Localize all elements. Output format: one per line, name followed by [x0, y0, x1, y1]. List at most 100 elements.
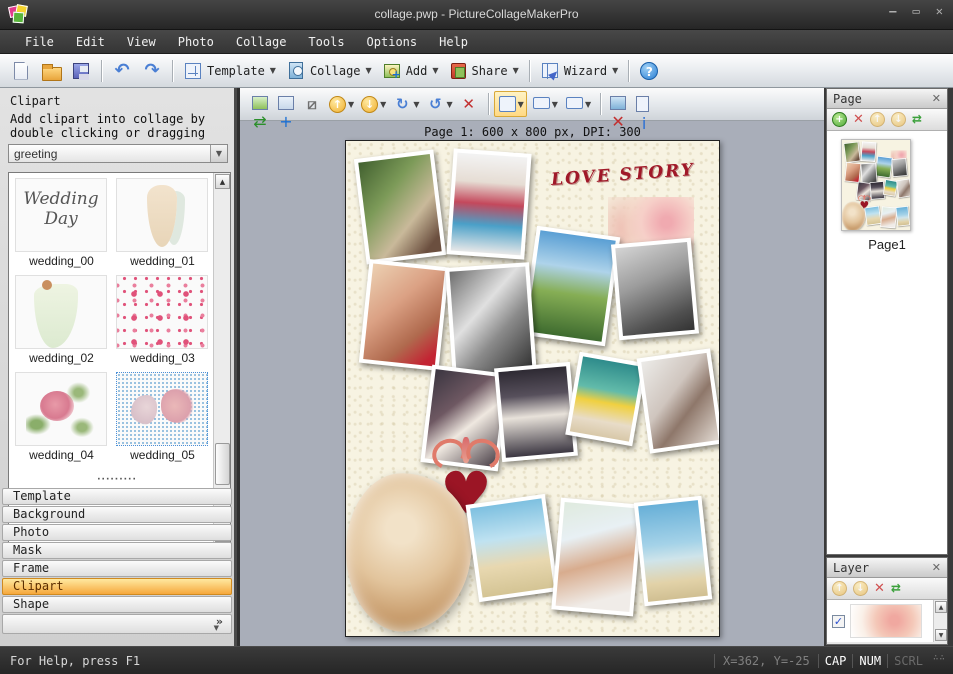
- add-button[interactable]: Add ▼: [377, 59, 444, 83]
- send-backward-button[interactable]: ↓▼: [358, 93, 388, 116]
- menu-help[interactable]: Help: [428, 32, 479, 52]
- properties-button[interactable]: i: [632, 92, 656, 116]
- photo-kissing-couple[interactable]: [843, 142, 860, 163]
- photo-beach-man-yellow[interactable]: [565, 352, 647, 447]
- delete-page-button[interactable]: ✕: [853, 112, 864, 127]
- photo-white-bride[interactable]: [637, 348, 720, 453]
- panel-splitter[interactable]: ·········: [0, 476, 234, 486]
- chevron-down-icon: ▼: [347, 100, 354, 109]
- rotate-ccw-button[interactable]: ↺▼: [423, 92, 454, 116]
- scroll-up-icon[interactable]: ▲: [215, 174, 230, 189]
- photo-kissing-couple[interactable]: [354, 150, 446, 265]
- menu-edit[interactable]: Edit: [65, 32, 116, 52]
- fit-photo-button[interactable]: ▼: [529, 92, 560, 116]
- chevron-down-icon: ▼: [512, 66, 519, 75]
- bring-forward-button[interactable]: ↑▼: [326, 93, 356, 116]
- clipart-thumb-wedding-05-selected[interactable]: [116, 372, 208, 446]
- scroll-up-icon[interactable]: ▲: [935, 601, 947, 613]
- scroll-down-icon[interactable]: ▼: [935, 629, 947, 641]
- photo-smiling-bride[interactable]: [551, 498, 642, 617]
- redo-button[interactable]: ↷: [137, 58, 167, 84]
- photo-closeup-couple[interactable]: [359, 259, 449, 371]
- remove-photo-button[interactable]: ✕: [606, 92, 630, 116]
- menu-photo[interactable]: Photo: [167, 32, 225, 52]
- resize-grip[interactable]: ∴∴: [933, 656, 949, 672]
- category-mask[interactable]: Mask: [2, 542, 232, 559]
- minimize-button[interactable]: –: [889, 4, 896, 18]
- category-frame[interactable]: Frame: [2, 560, 232, 577]
- photo-bw-laughing-bride[interactable]: [445, 262, 537, 380]
- maximize-button[interactable]: ▭: [913, 4, 920, 18]
- close-icon[interactable]: ✕: [932, 92, 941, 105]
- category-photo[interactable]: Photo: [2, 524, 232, 541]
- category-template[interactable]: Template: [2, 488, 232, 505]
- photo-white-bride[interactable]: [896, 179, 911, 199]
- move-page-down-button[interactable]: ↓: [891, 112, 906, 127]
- save-button[interactable]: [66, 58, 96, 84]
- close-button[interactable]: ✕: [936, 4, 943, 18]
- photo-bw-kneeling-man[interactable]: [891, 158, 907, 177]
- layer-scrollbar[interactable]: ▲ ▼: [933, 600, 947, 642]
- clipart-thumb-wedding-03[interactable]: [116, 275, 208, 349]
- resize-frame-button[interactable]: ▼: [562, 92, 593, 116]
- clipart-thumb-wedding-04[interactable]: [15, 372, 107, 446]
- right-panel-region: Page ✕ + ✕ ↑ ↓ ⇄ ♥ Page1 Layer ✕: [824, 88, 953, 646]
- rotate-cw-button[interactable]: ↻▼: [390, 92, 421, 116]
- new-button[interactable]: [6, 58, 36, 84]
- collage-button[interactable]: Collage ▼: [281, 57, 377, 84]
- clipart-label: wedding_02: [15, 349, 108, 368]
- collage-canvas[interactable]: LOVE STORY ♥: [345, 140, 720, 637]
- wizard-button[interactable]: Wizard ▼: [535, 58, 624, 83]
- undo-button[interactable]: ↶: [107, 58, 137, 84]
- add-photo-icon: [384, 64, 400, 78]
- clipart-thumb-wedding-01[interactable]: [116, 178, 208, 252]
- delete-layer-button[interactable]: ✕: [874, 581, 885, 596]
- photo-garden-couple[interactable]: [522, 226, 620, 347]
- crop-button[interactable]: ⧄: [300, 92, 324, 116]
- photo-smiling-bride[interactable]: [880, 206, 897, 228]
- photo-beach-kiss[interactable]: [466, 494, 559, 602]
- layer-down-button[interactable]: ↓: [853, 581, 868, 596]
- open-button[interactable]: [36, 58, 66, 84]
- clipart-thumb-wedding-00[interactable]: Wedding Day: [15, 178, 107, 252]
- photo-garden-couple[interactable]: [875, 156, 893, 178]
- swap-photo-button[interactable]: ⇄: [248, 92, 272, 116]
- menu-view[interactable]: View: [116, 32, 167, 52]
- menu-file[interactable]: File: [14, 32, 65, 52]
- layer-up-button[interactable]: ↑: [832, 581, 847, 596]
- menu-tools[interactable]: Tools: [297, 32, 355, 52]
- category-footer-bar[interactable]: » ▼: [2, 614, 232, 634]
- menu-options[interactable]: Options: [356, 32, 429, 52]
- layer-visibility-checkbox[interactable]: ✓: [832, 615, 845, 628]
- category-background[interactable]: Background: [2, 506, 232, 523]
- love-story-text[interactable]: LOVE STORY: [550, 160, 695, 190]
- refresh-pages-button[interactable]: ⇄: [912, 112, 922, 127]
- add-photo-button[interactable]: +: [274, 92, 298, 116]
- clipart-thumb-wedding-02[interactable]: [15, 275, 107, 349]
- photo-beach-kiss[interactable]: [864, 206, 881, 226]
- photo-shopping-couple[interactable]: [446, 148, 531, 259]
- move-page-up-button[interactable]: ↑: [870, 112, 885, 127]
- delete-button[interactable]: ✕: [457, 92, 481, 116]
- share-button[interactable]: Share ▼: [444, 58, 524, 84]
- close-icon[interactable]: ✕: [932, 561, 941, 574]
- photo-beach-walk[interactable]: [634, 496, 712, 607]
- chevron-down-icon: ▼: [365, 66, 372, 75]
- photo-closeup-couple[interactable]: [844, 162, 861, 183]
- photo-shopping-couple[interactable]: [861, 141, 877, 162]
- align-distribute-button[interactable]: ▼: [494, 91, 527, 117]
- swap-icon: ⇄: [253, 112, 266, 131]
- menu-bar: File Edit View Photo Collage Tools Optio…: [0, 30, 953, 54]
- menu-collage[interactable]: Collage: [225, 32, 298, 52]
- page1-thumbnail[interactable]: ♥: [841, 139, 911, 231]
- photo-bw-kneeling-man[interactable]: [611, 238, 699, 341]
- category-clipart-active[interactable]: Clipart: [2, 578, 232, 595]
- template-button[interactable]: Template ▼: [178, 58, 281, 84]
- clipart-category-select[interactable]: greeting ▼: [8, 144, 228, 163]
- category-shape[interactable]: Shape: [2, 596, 232, 613]
- photo-beach-walk[interactable]: [896, 206, 911, 227]
- layer-row[interactable]: ✓: [827, 600, 933, 642]
- help-button[interactable]: ?: [634, 58, 664, 84]
- add-page-button[interactable]: +: [832, 112, 847, 127]
- refresh-layers-button[interactable]: ⇄: [891, 581, 901, 596]
